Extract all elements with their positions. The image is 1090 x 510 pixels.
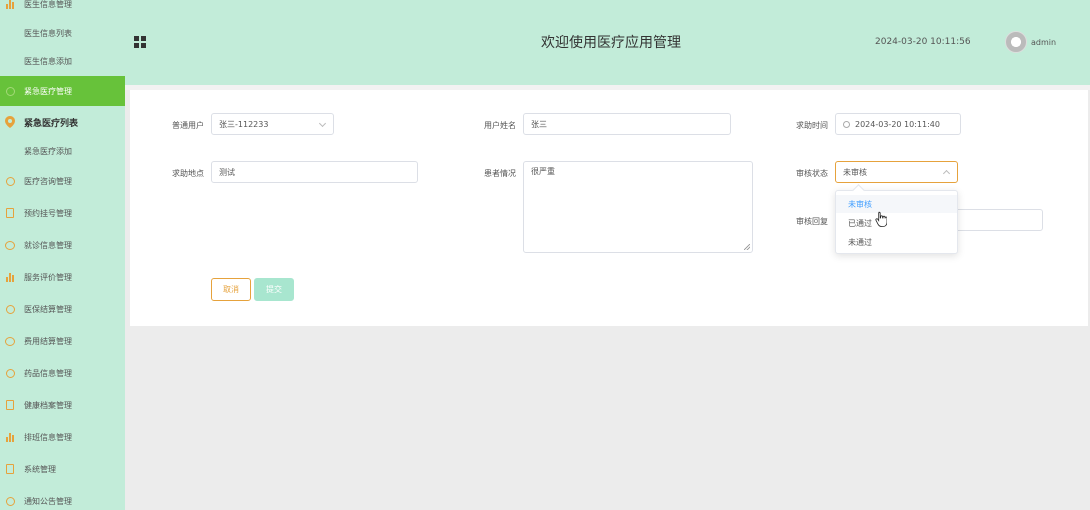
location-pin-icon <box>5 116 15 128</box>
clock-icon <box>843 120 850 128</box>
check-circle-icon <box>5 368 15 378</box>
sidebar-item-doctor-info-add[interactable]: 医生信息添加 <box>0 46 125 76</box>
check-circle-icon <box>5 176 15 186</box>
sidebar-item-appointment[interactable]: 预约挂号管理 <box>0 198 125 228</box>
sidebar-item-label: 通知公告管理 <box>24 496 72 506</box>
page-title: 欢迎使用医疗应用管理 <box>541 35 681 51</box>
status-option-approved[interactable]: 已通过 <box>836 214 957 232</box>
sidebar-item-label: 排班信息管理 <box>24 432 72 442</box>
sidebar-item-schedule[interactable]: 排班信息管理 <box>0 422 125 452</box>
condition-textarea[interactable]: 很严重 <box>523 161 753 253</box>
location-label: 求助地点 <box>172 169 204 178</box>
sidebar-item-label: 医疗咨询管理 <box>24 176 72 186</box>
submit-button[interactable]: 提交 <box>254 278 294 301</box>
location-input[interactable]: 测试 <box>211 161 418 183</box>
sidebar-item-label: 医生信息列表 <box>24 28 72 38</box>
name-input[interactable]: 张三 <box>523 113 731 135</box>
chat-icon <box>5 336 15 346</box>
bar-chart-icon <box>5 272 15 282</box>
sidebar-item-label: 服务评价管理 <box>24 272 72 282</box>
resize-handle-icon[interactable] <box>744 244 750 250</box>
sidebar-item-label: 医生信息添加 <box>24 56 72 66</box>
status-label: 审核状态 <box>796 169 828 178</box>
status-option-pending[interactable]: 未审核 <box>836 195 957 213</box>
status-option-rejected[interactable]: 未通过 <box>836 233 957 251</box>
reply-label: 审核回复 <box>796 217 828 226</box>
condition-textarea-value: 很严重 <box>531 167 555 176</box>
sidebar-item-label: 紧急医疗列表 <box>24 118 79 129</box>
name-label: 用户姓名 <box>484 121 516 130</box>
circle-icon <box>5 86 15 96</box>
sidebar-item-insurance[interactable]: 医保结算管理 <box>0 294 125 324</box>
sidebar-item-label: 就诊信息管理 <box>24 240 72 250</box>
chevron-up-icon <box>942 169 951 178</box>
sidebar-item-drug-info[interactable]: 药品信息管理 <box>0 358 125 388</box>
sidebar-item-label: 医生信息管理 <box>24 0 72 9</box>
user-select-value: 张三-112233 <box>219 119 269 129</box>
sidebar-item-fee-settlement[interactable]: 费用结算管理 <box>0 326 125 356</box>
user-select[interactable]: 张三-112233 <box>211 113 334 135</box>
menu-grid-icon[interactable] <box>134 36 146 48</box>
sidebar-item-label: 紧急医疗管理 <box>24 86 72 96</box>
sidebar-item-label: 预约挂号管理 <box>24 208 72 218</box>
document-icon <box>5 400 15 410</box>
sidebar-item-service-review[interactable]: 服务评价管理 <box>0 262 125 292</box>
sidebar-item-label: 系统管理 <box>24 464 56 474</box>
document-icon <box>5 208 15 218</box>
header-datetime: 2024-03-20 10:11:56 <box>875 37 971 47</box>
sidebar-item-emergency-management[interactable]: 紧急医疗管理 <box>0 76 125 106</box>
time-label: 求助时间 <box>796 121 828 130</box>
sidebar-item-system[interactable]: 系统管理 <box>0 454 125 484</box>
sidebar-item-label: 健康档案管理 <box>24 400 72 410</box>
location-input-value: 测试 <box>219 167 235 177</box>
check-circle-icon <box>5 304 15 314</box>
time-picker[interactable]: 2024-03-20 10:11:40 <box>835 113 961 135</box>
sidebar-item-label: 医保结算管理 <box>24 304 72 314</box>
avatar[interactable] <box>1005 31 1027 53</box>
sidebar-item-emergency-add[interactable]: 紧急医疗添加 <box>0 136 125 166</box>
time-picker-value: 2024-03-20 10:11:40 <box>855 119 940 129</box>
bar-chart-icon <box>5 0 15 9</box>
sidebar-item-label: 紧急医疗添加 <box>24 146 72 156</box>
sidebar-item-visit-info[interactable]: 就诊信息管理 <box>0 230 125 260</box>
sidebar-item-emergency-list[interactable]: 紧急医疗列表 <box>0 107 125 137</box>
condition-label: 患者情况 <box>484 169 516 178</box>
chat-icon <box>5 240 15 250</box>
bar-chart-icon <box>5 432 15 442</box>
status-dropdown: 未审核 已通过 未通过 <box>835 190 958 254</box>
sidebar: 医生信息管理 医生信息列表 医生信息添加 紧急医疗管理 紧急医疗列表 紧急医疗添… <box>0 0 125 510</box>
sidebar-item-consultation[interactable]: 医疗咨询管理 <box>0 166 125 196</box>
sidebar-item-label: 药品信息管理 <box>24 368 72 378</box>
sidebar-item-health-records[interactable]: 健康档案管理 <box>0 390 125 420</box>
username[interactable]: admin <box>1031 38 1056 47</box>
check-circle-icon <box>5 496 15 506</box>
chevron-down-icon <box>318 119 327 128</box>
user-label: 普通用户 <box>172 121 204 130</box>
hand-cursor-icon <box>875 211 887 227</box>
name-input-value: 张三 <box>531 119 547 129</box>
cancel-button[interactable]: 取消 <box>211 278 251 301</box>
sidebar-item-label: 费用结算管理 <box>24 336 72 346</box>
header: 欢迎使用医疗应用管理 2024-03-20 10:11:56 admin <box>125 0 1090 85</box>
status-select-value: 未审核 <box>843 167 867 177</box>
status-select[interactable]: 未审核 <box>835 161 958 183</box>
document-icon <box>5 464 15 474</box>
sidebar-item-doctor-info-management[interactable]: 医生信息管理 <box>0 0 125 19</box>
sidebar-item-notice[interactable]: 通知公告管理 <box>0 486 125 510</box>
sidebar-item-doctor-info-list[interactable]: 医生信息列表 <box>0 18 125 48</box>
